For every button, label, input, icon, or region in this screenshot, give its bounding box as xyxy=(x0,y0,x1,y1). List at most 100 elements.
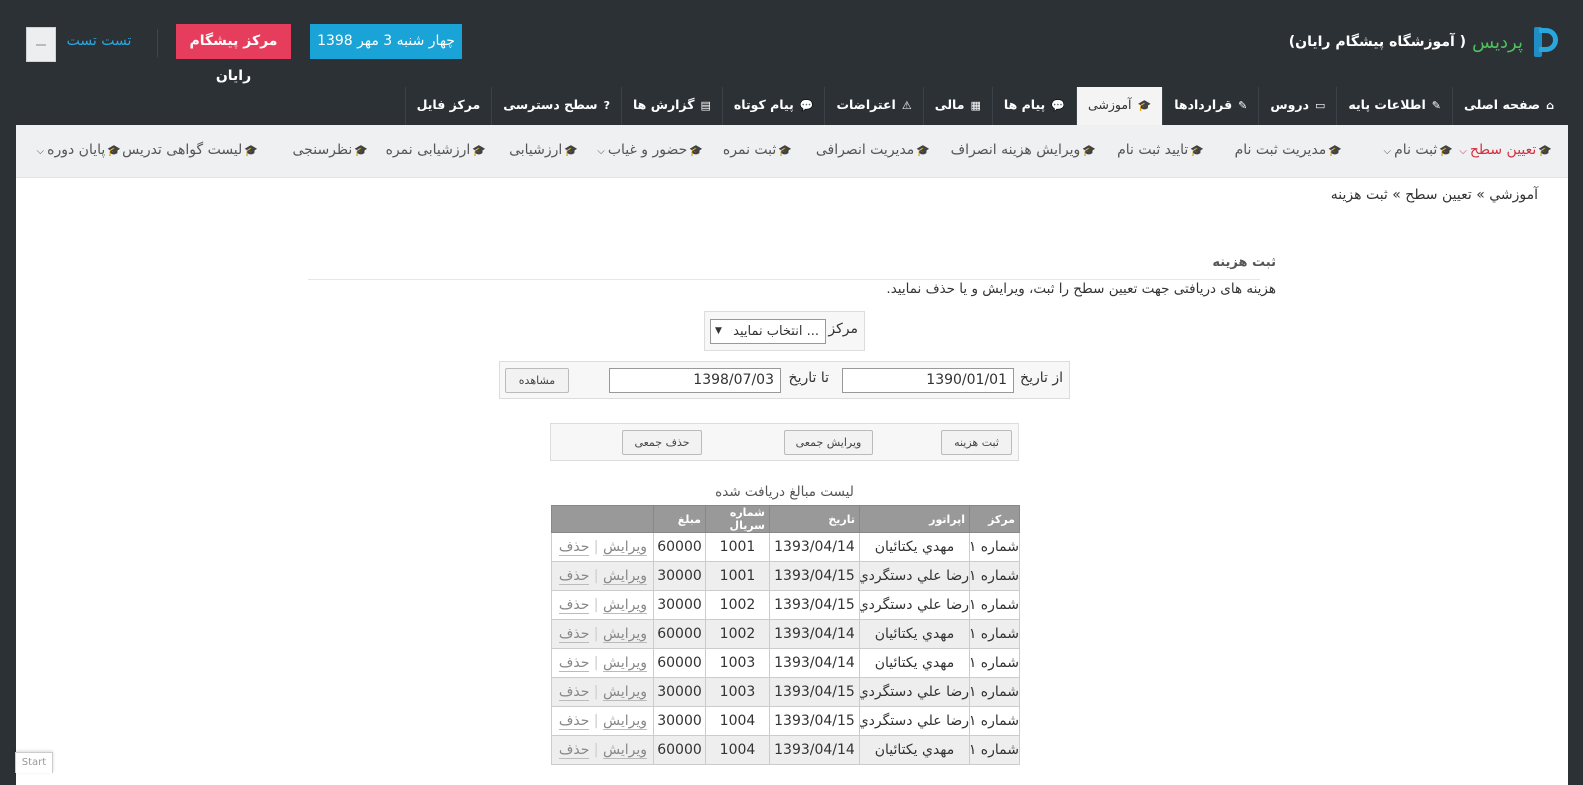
edit-link[interactable]: ویرایش xyxy=(602,713,647,730)
table-row: شماره ۱ مهدي يكتائيان 1393/04/14 1004 60000 و… xyxy=(551,735,1020,765)
edit-link[interactable]: ویرایش xyxy=(602,626,647,643)
col-operator: اپراتور xyxy=(859,505,970,533)
submenu-item-6[interactable]: 🎓ثبت نمره xyxy=(723,125,792,177)
submenu-label: مدیریت انصرافی xyxy=(815,142,915,158)
add-cost-button[interactable]: ثبت هزینه xyxy=(941,430,1012,455)
edit-link[interactable]: ویرایش xyxy=(602,684,647,701)
section-description: هزینه های دریافتی جهت تعیین سطح را ثبت، … xyxy=(886,281,1276,297)
center-button[interactable]: مرکز پیشگام رایان xyxy=(176,24,291,84)
tab-2[interactable]: ▭ دروس xyxy=(1258,87,1336,125)
view-button[interactable]: مشاهده xyxy=(505,368,569,393)
tab-6[interactable]: ▦ مالی xyxy=(922,87,992,125)
table-cell: 1004 xyxy=(705,735,770,765)
table-row: شماره ۱ مهدي يكتائيان 1393/04/14 1003 60000 و… xyxy=(551,648,1020,678)
row-operations: ویرایش | حذف xyxy=(551,648,654,678)
submenu-item-7[interactable]: 🎓حضور و غیاب⌵ xyxy=(597,125,703,177)
submenu-item-9[interactable]: 🎓ارزشیابی نمره xyxy=(386,125,486,177)
row-operations: ویرایش | حذف xyxy=(551,561,654,591)
actions-box: ثبت هزینه ویرایش جمعی حذف جمعی xyxy=(550,423,1019,461)
from-date-input[interactable]: 1390/01/01 xyxy=(842,368,1014,393)
user-menu-toggle[interactable] xyxy=(26,27,56,62)
tab-9[interactable]: ▤ گزارش ها xyxy=(620,87,722,125)
tab-8[interactable]: 💬 پیام کوتاه xyxy=(721,87,825,125)
start-tab[interactable]: Start xyxy=(15,752,53,773)
row-operations: ویرایش | حذف xyxy=(551,677,654,707)
table-cell: 1003 xyxy=(705,648,770,678)
tab-10[interactable]: ? سطح دسترسی xyxy=(491,87,621,125)
graduation-cap-icon: 🎓 xyxy=(107,144,121,157)
row-operations: ویرایش | حذف xyxy=(551,619,654,649)
delete-link[interactable]: حذف xyxy=(558,713,590,730)
delete-link[interactable]: حذف xyxy=(558,568,590,585)
edit-link[interactable]: ویرایش xyxy=(602,742,647,759)
delete-link[interactable]: حذف xyxy=(558,742,590,759)
to-date-input[interactable]: 1398/07/03 xyxy=(609,368,781,393)
tab-7[interactable]: ⚠ اعتراضات xyxy=(824,87,922,125)
link-separator: | xyxy=(589,742,603,758)
delete-link[interactable]: حذف xyxy=(558,655,590,672)
submenu-item-12[interactable]: 🎓پایان دوره⌵ xyxy=(37,125,121,177)
edit-link[interactable]: ویرایش xyxy=(602,539,647,556)
logo-icon xyxy=(1531,25,1558,59)
graduation-cap-icon: 🎓 xyxy=(1328,144,1342,157)
edit-link[interactable]: ویرایش xyxy=(602,597,647,614)
tab-0[interactable]: ⌂ صفحه اصلی xyxy=(1451,87,1565,125)
tab-1[interactable]: ✎ اطلاعات پایه xyxy=(1336,87,1452,125)
col-serial: شماره سریال xyxy=(705,505,770,533)
delete-link[interactable]: حذف xyxy=(558,626,590,643)
graduation-cap-icon: 🎓 xyxy=(689,144,703,157)
submenu-label: ثبت نام xyxy=(1394,142,1438,158)
table-header-row: مرکز اپراتور تاریخ شماره سریال مبلغ xyxy=(551,505,1020,533)
submenu-item-3[interactable]: 🎓تایید ثبت نام xyxy=(1117,125,1204,177)
submenu-item-4[interactable]: 🎓ویرایش هزینه انصراف xyxy=(951,125,1096,177)
submenu-item-2[interactable]: 🎓مدیریت ثبت نام xyxy=(1235,125,1342,177)
table-cell: شماره ۱ xyxy=(969,735,1020,765)
folder-icon: ▭ xyxy=(1315,99,1326,112)
question-icon: ? xyxy=(603,99,610,112)
submenu-item-8[interactable]: 🎓ارزشیابی xyxy=(509,125,578,177)
submenu-label: لیست گواهی تدریس xyxy=(122,142,243,158)
submenu-item-5[interactable]: 🎓مدیریت انصرافی xyxy=(816,125,930,177)
chevron-down-icon: ⌵ xyxy=(1459,146,1467,157)
submenu-item-1[interactable]: 🎓ثبت نام⌵ xyxy=(1384,125,1453,177)
edit-link[interactable]: ویرایش xyxy=(602,655,647,672)
edit-link[interactable]: ویرایش xyxy=(602,568,647,585)
user-name[interactable]: تست تست xyxy=(56,24,142,59)
brand[interactable]: پردیس ( آموزشگاه پیشگام رایان) xyxy=(1288,24,1558,60)
row-operations: ویرایش | حذف xyxy=(551,532,654,562)
link-separator: | xyxy=(589,713,603,729)
comments-icon: 💬 xyxy=(1051,99,1065,112)
submenu-label: تایید ثبت نام xyxy=(1117,142,1189,158)
table-row: شماره ۱ رضا علي دستگردي 1393/04/15 1002 3000… xyxy=(551,590,1020,620)
bulk-edit-button[interactable]: ویرایش جمعی xyxy=(784,430,873,455)
table-cell: 30000 xyxy=(653,706,706,736)
table-cell: شماره ۱ xyxy=(969,590,1020,620)
table-cell: 1393/04/14 xyxy=(769,648,860,678)
main-nav: ⌂ صفحه اصلی ✎ اطلاعات پایه ▭ دروس ✎ قراردادها 🎓 آ… xyxy=(404,87,1565,125)
tab-3[interactable]: ✎ قراردادها xyxy=(1162,87,1258,125)
submenu-item-11[interactable]: 🎓لیست گواهی تدریس xyxy=(122,125,258,177)
tab-5[interactable]: 💬 پیام ها xyxy=(991,87,1076,125)
graduation-cap-icon: 🎓 xyxy=(244,144,258,157)
table-cell: 60000 xyxy=(653,735,706,765)
submenu-item-0[interactable]: 🎓تعیین سطح⌵ xyxy=(1459,125,1552,177)
table-cell: 60000 xyxy=(653,619,706,649)
center-select[interactable]: ▼ انتخاب نمایید ... xyxy=(710,319,826,344)
tab-4[interactable]: 🎓 آموزشی xyxy=(1075,87,1163,125)
brand-subtitle: ( آموزشگاه پیشگام رایان) xyxy=(1288,34,1467,50)
wrench-icon: ✎ xyxy=(1431,99,1441,112)
table-cell: 1393/04/15 xyxy=(769,677,860,707)
divider xyxy=(157,29,158,57)
delete-link[interactable]: حذف xyxy=(558,539,590,556)
delete-link[interactable]: حذف xyxy=(558,597,590,614)
col-date: تاریخ xyxy=(769,505,860,533)
table-cell: 1393/04/15 xyxy=(769,706,860,736)
table-cell: شماره ۱ xyxy=(969,706,1020,736)
link-separator: | xyxy=(589,684,603,700)
submenu-item-10[interactable]: 🎓نظرسنجی xyxy=(293,125,368,177)
tab-11[interactable]: مرکز فایل xyxy=(404,87,492,125)
delete-link[interactable]: حذف xyxy=(558,684,590,701)
bulk-delete-button[interactable]: حذف جمعی xyxy=(622,430,702,455)
chevron-down-icon: ⌵ xyxy=(1383,146,1392,157)
sub-nav: 🎓تعیین سطح⌵ 🎓ثبت نام⌵ 🎓مدیریت ثبت نام 🎓تایی… xyxy=(16,125,1568,178)
